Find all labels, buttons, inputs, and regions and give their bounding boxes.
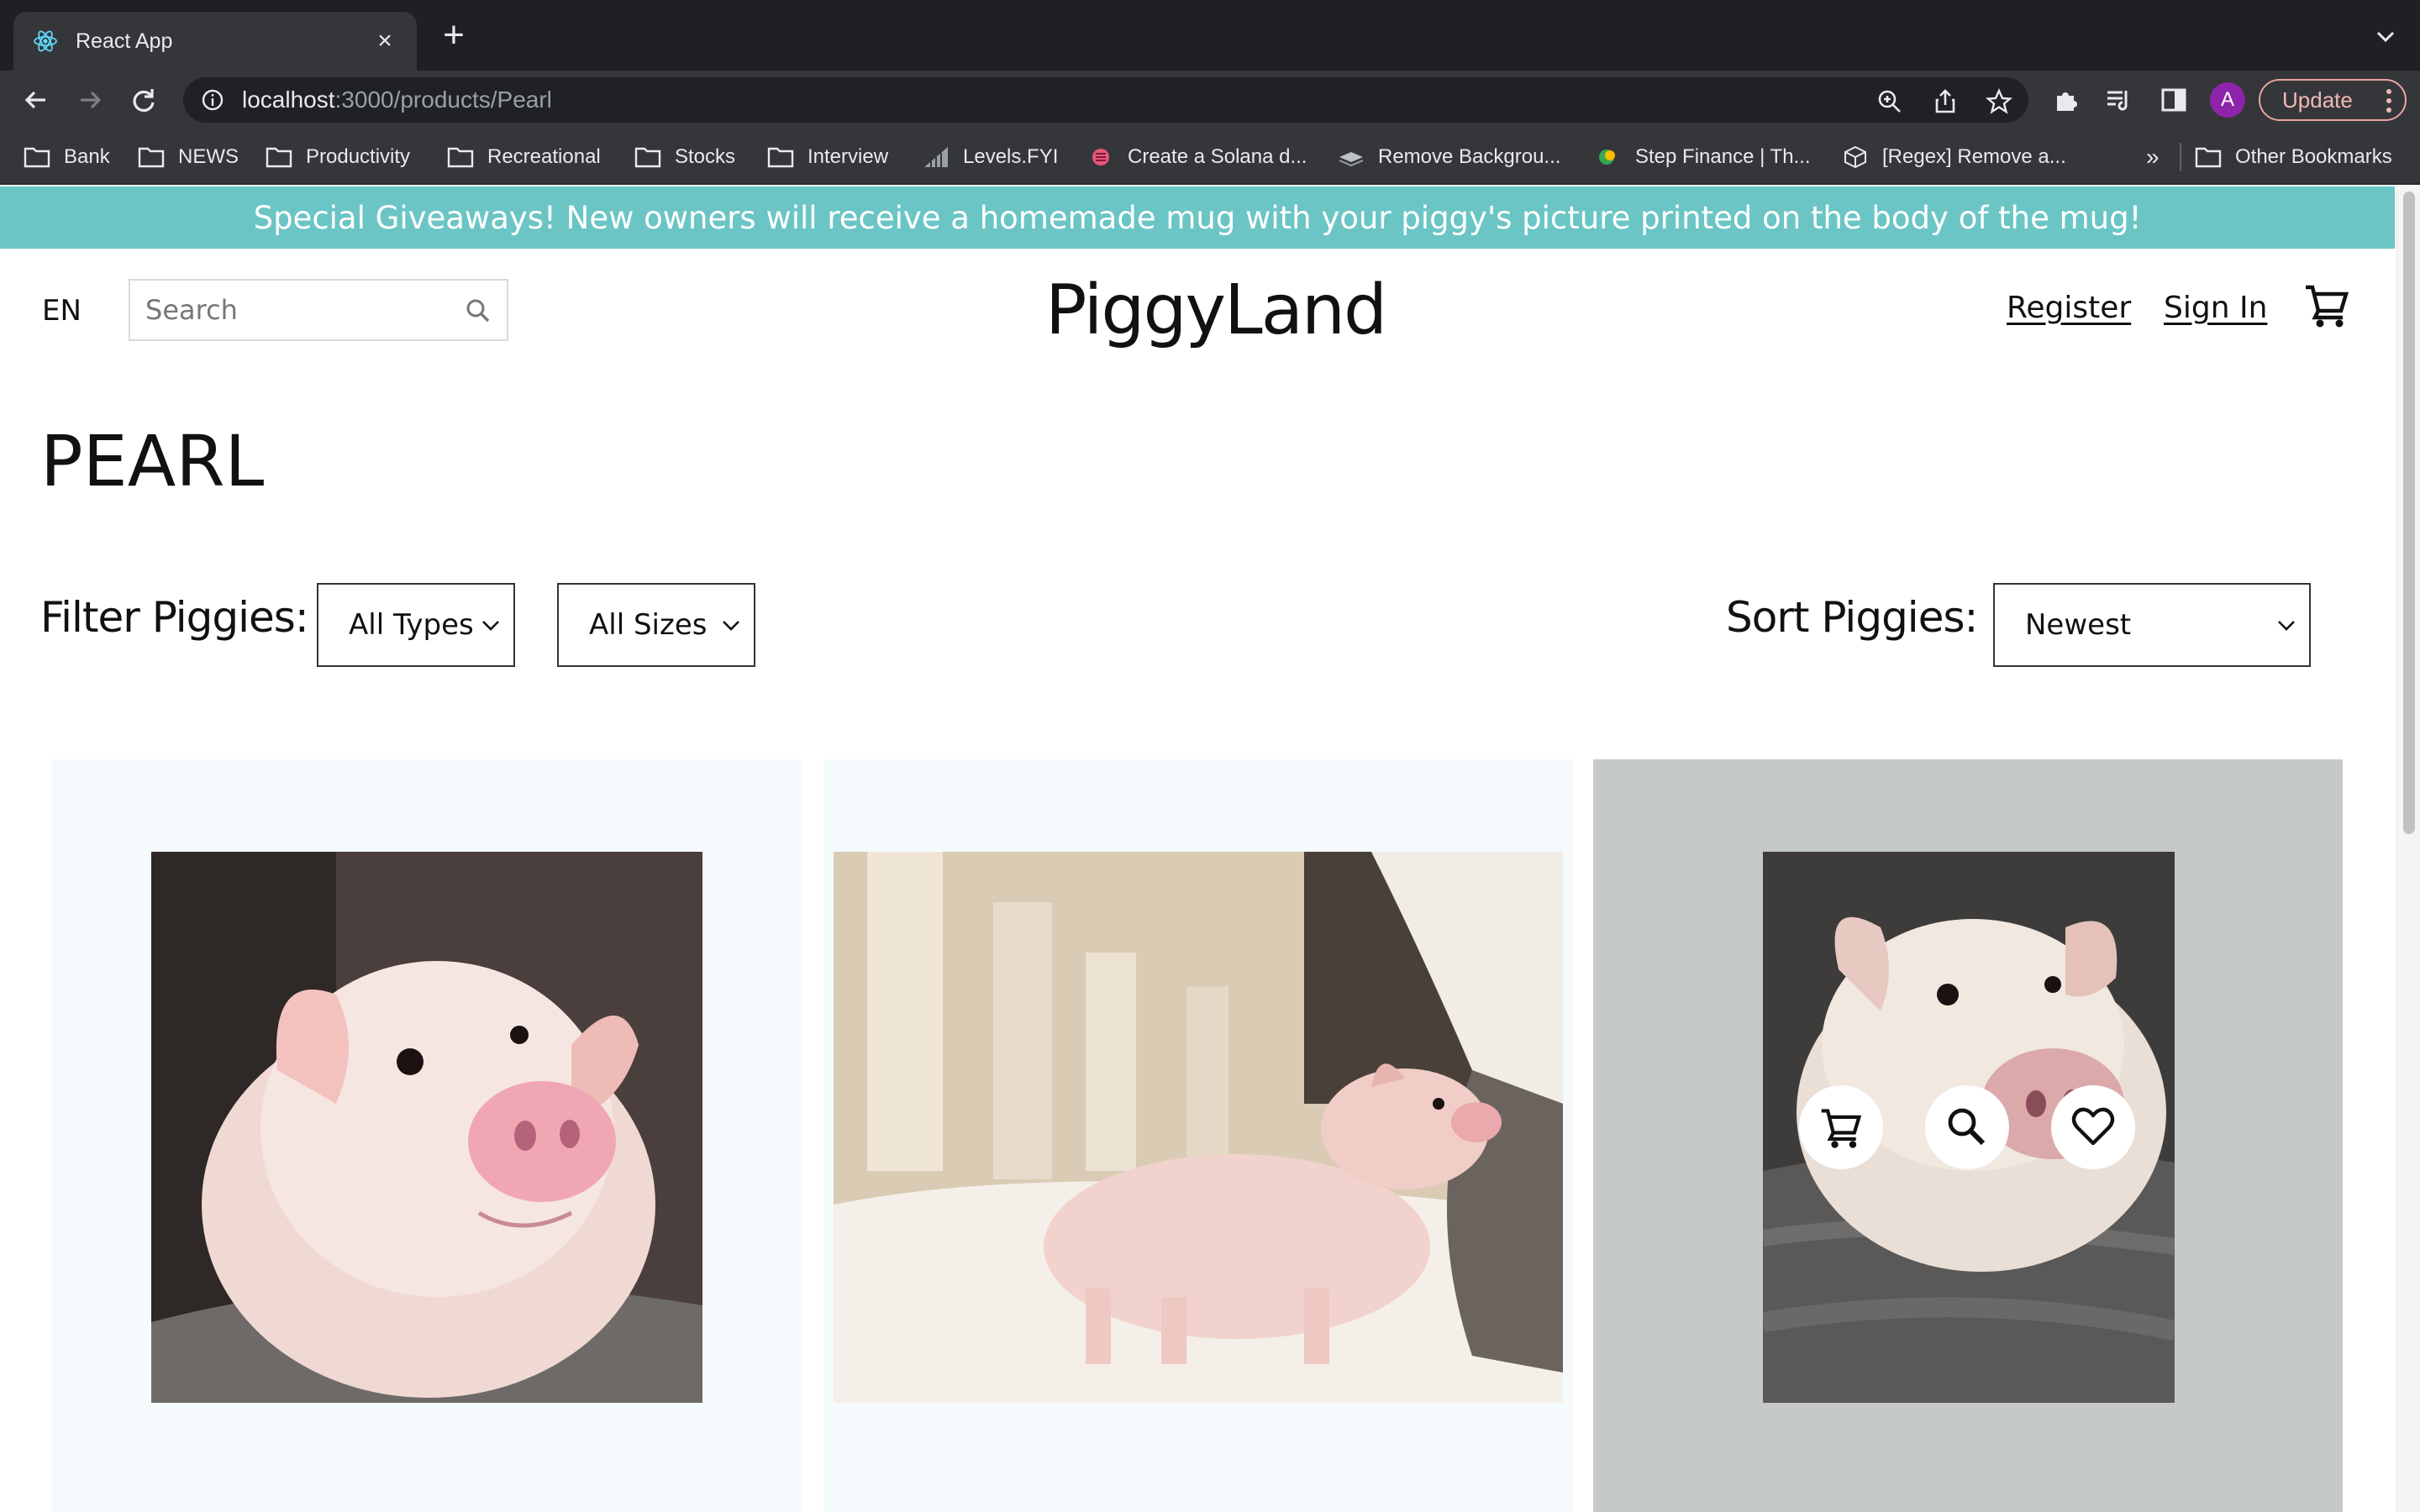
site-logo[interactable]: PiggyLand — [1045, 270, 1387, 350]
other-bookmarks-folder[interactable]: Other Bookmarks — [2195, 143, 2392, 171]
view-details-button[interactable] — [1925, 1085, 2009, 1169]
solana-icon — [1092, 149, 1109, 165]
react-logo-icon — [34, 30, 57, 52]
product-photo[interactable] — [834, 852, 1563, 1403]
bookmarks-bar: Bank NEWS Productivity Recreational Stoc… — [0, 129, 2420, 185]
bookmark-label: Remove Backgrou... — [1378, 145, 1561, 168]
forward-icon[interactable] — [71, 81, 109, 119]
product-photo[interactable] — [151, 852, 702, 1403]
bookmark-step-finance[interactable]: Step Finance | Th... — [1595, 143, 1811, 171]
bookmark-folder-bank[interactable]: Bank — [24, 143, 110, 171]
tab-search-chevron-icon[interactable] — [2373, 24, 2398, 49]
bookmark-label: Step Finance | Th... — [1635, 145, 1811, 168]
box-icon — [1844, 145, 1866, 169]
sign-in-link[interactable]: Sign In — [2164, 291, 2267, 325]
folder-icon — [634, 147, 661, 168]
add-to-cart-button[interactable] — [1799, 1085, 1883, 1169]
update-button[interactable]: Update — [2259, 79, 2407, 121]
browser-tab-strip: React App × + — [0, 0, 2420, 71]
bookmark-label: Stocks — [675, 145, 736, 168]
search-input[interactable] — [145, 294, 448, 326]
product-card[interactable] — [823, 759, 1573, 1512]
folder-icon — [447, 147, 474, 168]
zoom-icon[interactable] — [1876, 87, 1904, 116]
profile-avatar[interactable]: A — [2210, 82, 2245, 118]
heart-icon — [2071, 1107, 2115, 1146]
scrollbar-thumb[interactable] — [2403, 192, 2415, 834]
bookmark-label: Productivity — [306, 145, 411, 168]
page-scrollbar[interactable] — [2396, 186, 2420, 1512]
add-to-favorites-button[interactable] — [2051, 1085, 2135, 1169]
sort-select[interactable]: Newest — [1993, 583, 2311, 667]
reading-list-icon[interactable] — [2104, 86, 2133, 114]
folder-icon — [138, 147, 165, 168]
step-finance-icon — [1599, 150, 1615, 165]
side-panel-icon[interactable] — [2160, 86, 2188, 114]
browser-toolbar: localhost:3000/products/Pearl A Update — [0, 71, 2420, 129]
folder-icon — [767, 147, 794, 168]
bookmark-label: Other Bookmarks — [2235, 145, 2392, 168]
product-card[interactable] — [52, 759, 802, 1512]
filter-label: Filter Piggies: — [40, 593, 309, 642]
size-filter-select[interactable]: All Sizes — [557, 583, 755, 667]
more-menu-icon[interactable] — [2385, 87, 2393, 114]
bookmark-folder-productivity[interactable]: Productivity — [266, 143, 410, 171]
bookmark-folder-news[interactable]: NEWS — [138, 143, 239, 171]
announcement-banner: Special Giveaways! New owners will recei… — [0, 186, 2395, 249]
bookmark-remove-background[interactable]: Remove Backgrou... — [1338, 143, 1560, 171]
browser-tab[interactable]: React App × — [13, 12, 417, 71]
sort-value: Newest — [2025, 608, 2132, 642]
extensions-icon[interactable] — [2052, 86, 2081, 114]
type-filter-select[interactable]: All Types — [317, 583, 515, 667]
levels-fyi-icon — [924, 147, 948, 167]
bookmark-solana[interactable]: Create a Solana d... — [1087, 143, 1307, 171]
register-link[interactable]: Register — [2007, 291, 2131, 325]
search-icon — [1948, 1108, 1986, 1146]
reload-icon[interactable] — [124, 81, 163, 119]
bookmark-levels-fyi[interactable]: Levels.FYI — [923, 143, 1058, 171]
layers-icon — [1339, 152, 1364, 167]
new-tab-icon[interactable]: + — [437, 17, 471, 54]
search-icon[interactable] — [463, 296, 493, 326]
back-icon[interactable] — [17, 81, 55, 119]
cart-icon[interactable] — [2302, 281, 2351, 329]
tab-title: React App — [76, 29, 173, 53]
size-filter-value: All Sizes — [589, 608, 708, 642]
bookmark-label: Bank — [64, 145, 110, 168]
bookmark-folder-stocks[interactable]: Stocks — [634, 143, 735, 171]
type-filter-value: All Types — [349, 608, 474, 642]
close-tab-icon[interactable]: × — [371, 27, 398, 55]
bookmarks-divider — [2180, 143, 2181, 171]
share-icon[interactable] — [1931, 87, 1960, 116]
chevron-down-icon — [482, 621, 499, 631]
bookmark-label: Interview — [808, 145, 889, 168]
bookmark-label: [Regex] Remove a... — [1882, 145, 2066, 168]
chevron-down-icon — [723, 621, 739, 631]
folder-icon — [2195, 147, 2222, 168]
web-page: Special Giveaways! New owners will recei… — [0, 186, 2420, 1512]
language-selector[interactable]: EN — [42, 294, 82, 328]
folder-icon — [266, 147, 292, 168]
bookmark-folder-interview[interactable]: Interview — [767, 143, 888, 171]
update-label: Update — [2282, 87, 2353, 113]
address-bar[interactable]: localhost:3000/products/Pearl — [183, 77, 2028, 123]
bookmark-regex[interactable]: [Regex] Remove a... — [1842, 143, 2066, 171]
chevron-down-icon — [2278, 621, 2295, 631]
bookmark-folder-recreational[interactable]: Recreational — [447, 143, 601, 171]
bookmark-label: Recreational — [487, 145, 601, 168]
folder-icon — [24, 147, 50, 168]
page-title: PEARL — [40, 420, 265, 502]
url-text: localhost:3000/products/Pearl — [242, 87, 552, 113]
product-actions — [1798, 1085, 2135, 1169]
cart-icon — [1821, 1109, 1862, 1148]
bookmark-star-icon[interactable] — [1985, 87, 2013, 116]
site-info-icon[interactable] — [200, 87, 225, 113]
bookmark-label: Create a Solana d... — [1128, 145, 1307, 168]
bookmark-label: Levels.FYI — [963, 145, 1059, 168]
bookmarks-overflow-icon[interactable]: » — [2146, 143, 2160, 171]
search-field[interactable] — [129, 279, 508, 341]
bookmark-label: NEWS — [178, 145, 239, 168]
sort-label: Sort Piggies: — [1726, 593, 1978, 642]
